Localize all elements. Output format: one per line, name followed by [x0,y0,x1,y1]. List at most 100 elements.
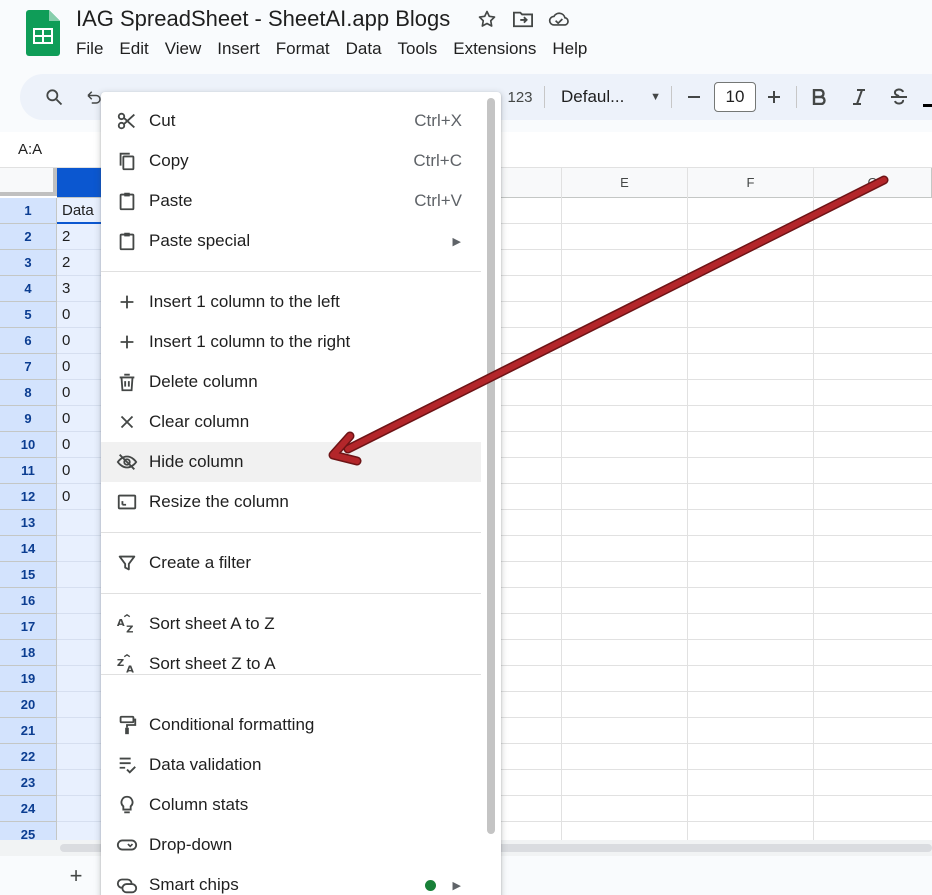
increase-font-size-icon[interactable] [762,74,786,120]
menu-item-shortcut: Ctrl+V [414,191,462,210]
font-select-label: Defaul... [561,87,625,106]
chevron-down-icon: ▼ [650,91,661,103]
menu-item-drop-down[interactable]: Drop-down [101,825,481,865]
menu-item-paste[interactable]: Paste Ctrl+V [101,181,481,221]
sheets-logo-icon[interactable] [26,10,60,56]
menu-item-smart-chips[interactable]: Smart chips ▶ [101,865,481,895]
menu-extensions[interactable]: Extensions [445,36,544,62]
row-header-5[interactable]: 5 [0,302,57,328]
search-menus-icon[interactable] [40,74,68,120]
menu-item-hide-column[interactable]: Hide column [101,442,481,482]
menu-view[interactable]: View [157,36,210,62]
menu-item-resize-the-column[interactable]: Resize the column [101,482,481,522]
row-header-2[interactable]: 2 [0,224,57,250]
menu-item-delete-column[interactable]: Delete column [101,362,481,402]
menu-item-column-stats[interactable]: Column stats [101,785,481,825]
document-title[interactable]: IAG SpreadSheet - SheetAI.app Blogs [76,6,450,32]
row-header-13[interactable]: 13 [0,510,57,536]
decrease-font-size-icon[interactable] [682,74,706,120]
new-feature-dot [425,879,436,891]
menu-item-cut[interactable]: Cut Ctrl+X [101,101,481,141]
grid-row-line [500,665,932,666]
menu-item-label: Delete column [149,372,258,391]
bold-icon[interactable] [806,74,832,120]
menu-item-paste-special[interactable]: Paste special ▶ [101,221,481,261]
sort-az-icon: AZ [115,612,139,636]
row-header-14[interactable]: 14 [0,536,57,562]
star-icon[interactable] [476,8,498,30]
app-header: IAG SpreadSheet - SheetAI.app Blogs File… [0,0,932,70]
menu-item-conditional-formatting[interactable]: Conditional formatting [101,705,481,745]
menu-help[interactable]: Help [544,36,595,62]
menu-item-clear-column[interactable]: Clear column [101,402,481,442]
row-header-7[interactable]: 7 [0,354,57,380]
menu-item-copy[interactable]: Copy Ctrl+C [101,141,481,181]
select-all-corner[interactable] [0,168,57,196]
row-header-15[interactable]: 15 [0,562,57,588]
row-header-8[interactable]: 8 [0,380,57,406]
font-select[interactable]: Defaul... ▼ [561,74,661,120]
menu-insert[interactable]: Insert [209,36,268,62]
plus-icon [115,290,139,314]
column-header-g[interactable]: G [814,168,932,198]
grid-row-line [500,717,932,718]
resize-icon [115,490,139,514]
menu-item-insert-1-column-to-the-left[interactable]: Insert 1 column to the left [101,282,481,322]
menu-item-data-validation[interactable]: Data validation [101,745,481,785]
row-header-10[interactable]: 10 [0,432,57,458]
row-header-4[interactable]: 4 [0,276,57,302]
move-folder-icon[interactable] [512,8,534,30]
grid-column-line [687,168,688,840]
row-header-24[interactable]: 24 [0,796,57,822]
dropdown-chip-icon [115,833,139,857]
row-header-12[interactable]: 12 [0,484,57,510]
menu-item-label: Drop-down [149,835,233,854]
row-header-9[interactable]: 9 [0,406,57,432]
grid-row-line [500,769,932,770]
name-box[interactable]: A:A [18,141,42,158]
grid-row-line [500,691,932,692]
grid-row-line [500,483,932,484]
add-sheet-icon[interactable]: + [66,865,86,887]
row-header-18[interactable]: 18 [0,640,57,666]
row-header-17[interactable]: 17 [0,614,57,640]
row-header-22[interactable]: 22 [0,744,57,770]
text-color-bar[interactable] [923,104,932,107]
copy-icon [115,149,139,173]
menu-item-insert-1-column-to-the-right[interactable]: Insert 1 column to the right [101,322,481,362]
row-header-25[interactable]: 25 [0,822,57,840]
menu-item-label: Sort sheet Z to A [149,654,276,673]
grid-row-line [500,301,932,302]
row-header-19[interactable]: 19 [0,666,57,692]
italic-icon[interactable] [846,74,872,120]
grid-row-line [500,353,932,354]
row-header-21[interactable]: 21 [0,718,57,744]
paste-special-icon [115,229,139,253]
menu-format[interactable]: Format [268,36,338,62]
menu-item-sort-sheet-z-to-a[interactable]: Z A Sort sheet Z to A [101,644,481,684]
menu-tools[interactable]: Tools [390,36,446,62]
menu-item-create-a-filter[interactable]: Create a filter [101,543,481,583]
column-header-f[interactable]: F [688,168,814,198]
cloud-saved-icon[interactable] [548,8,570,30]
row-header-16[interactable]: 16 [0,588,57,614]
menu-item-label: Conditional formatting [149,715,315,734]
row-header-20[interactable]: 20 [0,692,57,718]
menu-item-sort-sheet-a-to-z[interactable]: A Z Sort sheet A to Z [101,604,481,644]
menu-data[interactable]: Data [338,36,390,62]
grid-row-line [500,821,932,822]
strikethrough-icon[interactable] [886,74,912,120]
column-header-d[interactable] [500,168,562,198]
row-header-23[interactable]: 23 [0,770,57,796]
row-header-3[interactable]: 3 [0,250,57,276]
row-header-1[interactable]: 1 [0,198,57,224]
paint-roller-icon [115,713,139,737]
row-header-11[interactable]: 11 [0,458,57,484]
menu-file[interactable]: File [68,36,111,62]
column-header-e[interactable]: E [562,168,688,198]
menu-scrollbar[interactable] [487,98,495,834]
row-header-6[interactable]: 6 [0,328,57,354]
font-size-input[interactable]: 10 [714,82,756,112]
grid-row-line [500,405,932,406]
menu-edit[interactable]: Edit [111,36,156,62]
